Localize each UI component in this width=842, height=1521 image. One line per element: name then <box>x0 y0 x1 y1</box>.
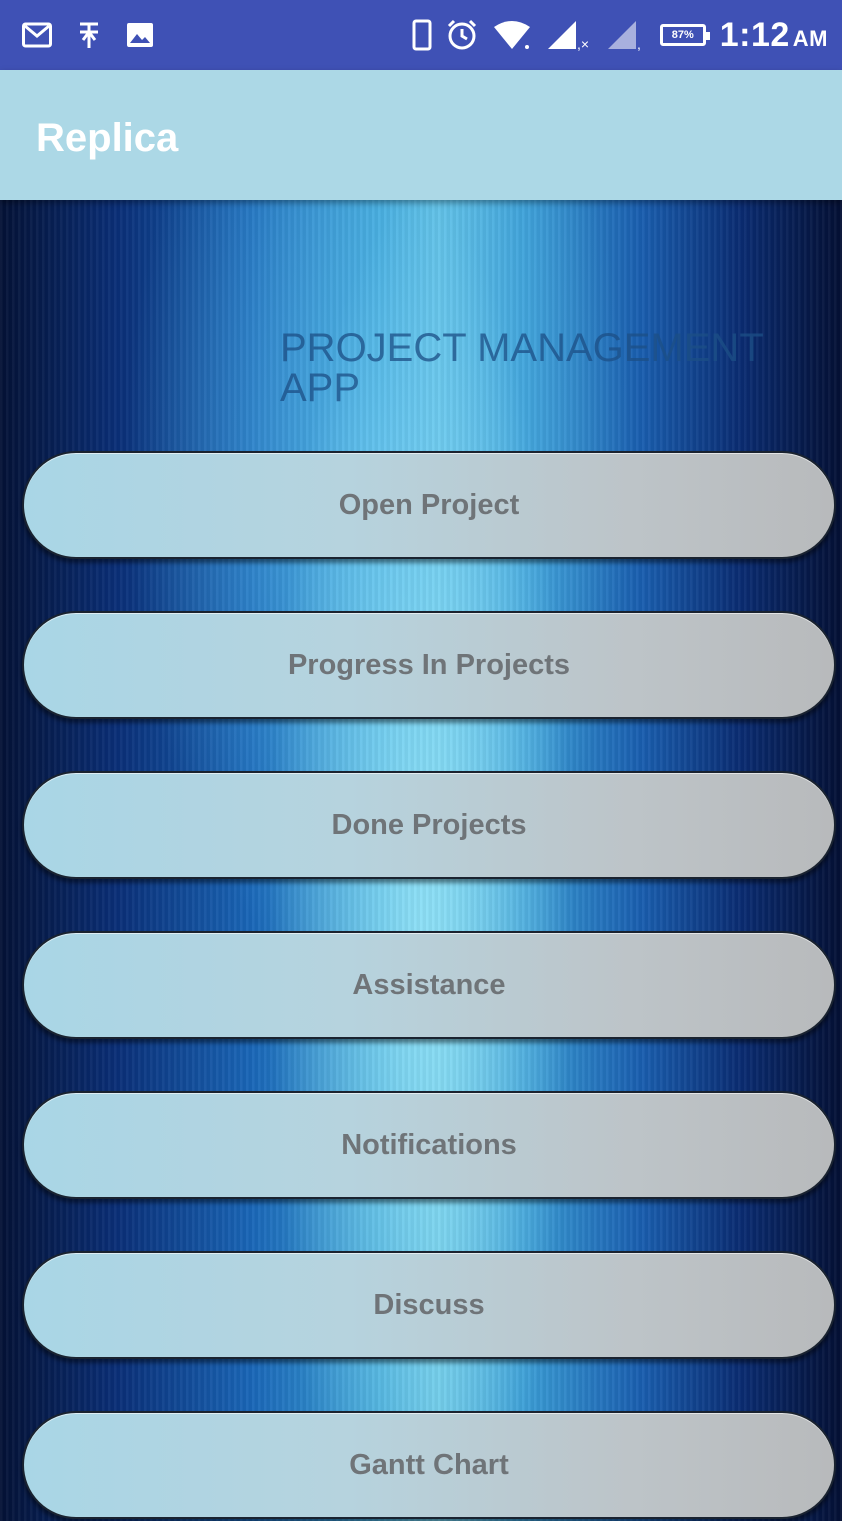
clock: 1:12 AM <box>720 16 828 55</box>
gantt-chart-button[interactable]: Gantt Chart <box>22 1411 836 1519</box>
image-icon <box>126 22 154 48</box>
app-bar: Replica <box>0 70 842 200</box>
usb-debug-icon <box>78 20 100 50</box>
notifications-button[interactable]: Notifications <box>22 1091 836 1199</box>
phone-outline-icon <box>412 19 432 51</box>
signal-x-icon: , <box>606 19 646 51</box>
svg-text:,×: ,× <box>577 36 589 51</box>
done-projects-button[interactable]: Done Projects <box>22 771 836 879</box>
assistance-button[interactable]: Assistance <box>22 931 836 1039</box>
app-headline: PROJECT MANAGEMENT APP <box>280 326 764 410</box>
main-content: PROJECT MANAGEMENT APP Open Project Prog… <box>0 200 842 1521</box>
status-bar-right: ,× , 87% 1:12 AM <box>412 0 828 70</box>
clock-time: 1:12 <box>719 15 790 54</box>
progress-in-projects-button[interactable]: Progress In Projects <box>22 611 836 719</box>
status-bar-left <box>22 0 154 70</box>
clock-ampm: AM <box>792 25 828 51</box>
gmail-icon <box>22 22 52 48</box>
battery-icon: 87% <box>659 24 710 46</box>
open-project-button[interactable]: Open Project <box>22 451 836 559</box>
discuss-button[interactable]: Discuss <box>22 1251 836 1359</box>
svg-text:,: , <box>637 36 641 51</box>
alarm-icon <box>446 19 478 51</box>
status-bar: ,× , 87% 1:12 AM <box>0 0 842 70</box>
battery-level: 87% <box>671 29 694 41</box>
app-title: Replica <box>36 116 179 160</box>
wifi-icon <box>492 19 532 51</box>
signal-icon: ,× <box>546 19 592 51</box>
